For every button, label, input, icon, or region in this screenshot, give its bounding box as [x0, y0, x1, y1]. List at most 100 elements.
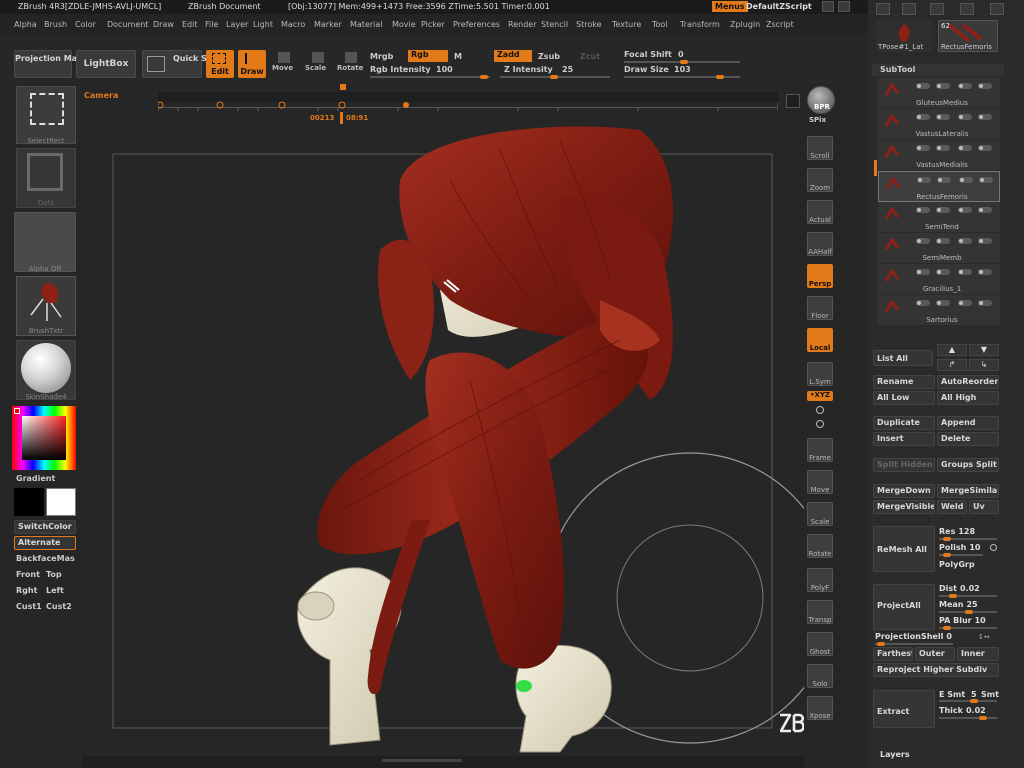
move-icon[interactable]: [278, 52, 290, 63]
rotate-icon[interactable]: [345, 52, 357, 63]
append-button[interactable]: Append: [937, 416, 999, 430]
subtool-toggle[interactable]: [936, 238, 950, 244]
material-button[interactable]: SkinShade4: [16, 340, 76, 401]
farthest-button[interactable]: Farthest: [873, 647, 913, 661]
subtool-item[interactable]: Sartorius: [878, 295, 1000, 326]
subtool-toggle[interactable]: [916, 114, 930, 120]
subtool-toggle[interactable]: [958, 83, 972, 89]
visibility-toggle[interactable]: [978, 238, 992, 244]
focal-shift-knob[interactable]: [680, 60, 688, 64]
subtool-toggle[interactable]: [917, 177, 931, 183]
remesh-all-button[interactable]: ReMesh All: [873, 526, 935, 572]
timeline-cursor[interactable]: [340, 84, 346, 90]
inner-button[interactable]: Inner: [957, 647, 999, 661]
switch-color-button[interactable]: SwitchColor: [14, 520, 76, 534]
left-view-button[interactable]: Left: [46, 586, 64, 595]
zsub-button[interactable]: Zsub: [538, 52, 560, 61]
draw-size-knob[interactable]: [716, 75, 724, 79]
subtool-toggle[interactable]: [916, 145, 930, 151]
autoreorder-button[interactable]: AutoReorder: [937, 375, 999, 389]
menu-marker[interactable]: Marker: [314, 20, 342, 29]
subtool-toggle[interactable]: [958, 300, 972, 306]
subtool-toggle[interactable]: [936, 114, 950, 120]
thick-knob[interactable]: [979, 716, 987, 720]
subtool-header[interactable]: SubTool: [872, 64, 1004, 76]
close-icon[interactable]: [990, 3, 1004, 15]
merge-down-button[interactable]: MergeDown: [873, 484, 935, 498]
custom2-button[interactable]: Cust2: [46, 602, 72, 611]
right-view-button[interactable]: Rght: [16, 586, 37, 595]
move-label[interactable]: Move: [272, 64, 293, 72]
subtool-toggle[interactable]: [958, 114, 972, 120]
projection-master-button[interactable]: Projection Master: [14, 50, 95, 78]
visibility-toggle[interactable]: [978, 269, 992, 275]
groups-split-button[interactable]: Groups Split: [937, 458, 999, 472]
rgb-intensity-slider[interactable]: [370, 76, 490, 78]
down-arrow-icon[interactable]: ▼: [969, 344, 999, 356]
delete-button[interactable]: Delete: [937, 432, 999, 446]
smooth-slider[interactable]: [939, 700, 997, 702]
thick-slider[interactable]: [939, 717, 997, 719]
quick-sketch-button[interactable]: Quick Sketch: [142, 50, 232, 78]
front-view-button[interactable]: Front: [16, 570, 40, 579]
menus-button[interactable]: Menus: [712, 1, 748, 12]
subtool-toggle[interactable]: [916, 300, 930, 306]
subtool-toggle[interactable]: [958, 238, 972, 244]
merge-similar-button[interactable]: MergeSimilar: [937, 484, 999, 498]
spix-label[interactable]: SPix: [809, 116, 826, 124]
move-up-icon[interactable]: ↱: [937, 359, 967, 371]
merge-visible-button[interactable]: MergeVisible: [873, 500, 935, 514]
timeline-end-box[interactable]: [786, 94, 800, 108]
up-arrow-icon[interactable]: ▲: [937, 344, 967, 356]
polygrp-button[interactable]: PolyGrp: [939, 560, 975, 569]
gradient-label[interactable]: Gradient: [16, 474, 55, 483]
xyz-symmetry-button[interactable]: •XYZ: [807, 391, 833, 401]
backface-mask-button[interactable]: BackfaceMas: [16, 554, 75, 563]
subtool-toggle[interactable]: [916, 207, 930, 213]
visibility-toggle[interactable]: [978, 114, 992, 120]
radial-symmetry-icon-2[interactable]: [816, 420, 824, 428]
split-hidden-button[interactable]: Split Hidden: [873, 458, 935, 472]
smooth-label[interactable]: Smt: [981, 690, 999, 699]
layout-icon[interactable]: [838, 1, 850, 12]
subtool-toggle[interactable]: [936, 83, 950, 89]
model-render[interactable]: [82, 126, 804, 756]
help-icon[interactable]: [822, 1, 834, 12]
visibility-toggle[interactable]: [978, 300, 992, 306]
subtool-toggle[interactable]: [958, 207, 972, 213]
menu-picker[interactable]: Picker: [421, 20, 445, 29]
scale-icon[interactable]: [312, 52, 324, 63]
subtool-toggle[interactable]: [936, 269, 950, 275]
secondary-color-swatch[interactable]: [14, 488, 44, 516]
menu-draw[interactable]: Draw: [153, 20, 174, 29]
subtool-toggle[interactable]: [936, 207, 950, 213]
project-all-button[interactable]: ProjectAll: [873, 584, 935, 630]
menu-document[interactable]: Document: [107, 20, 148, 29]
subtool-toggle[interactable]: [916, 83, 930, 89]
menu-render[interactable]: Render: [508, 20, 536, 29]
rename-button[interactable]: Rename: [873, 375, 935, 389]
zadd-button[interactable]: Zadd: [494, 50, 532, 62]
menu-movie[interactable]: Movie: [392, 20, 416, 29]
all-high-button[interactable]: All High: [937, 391, 999, 405]
alternate-button[interactable]: Alternate: [14, 536, 76, 550]
uv-button[interactable]: Uv: [969, 500, 999, 514]
zcut-button[interactable]: Zcut: [580, 52, 600, 61]
lock-icon[interactable]: [930, 3, 944, 15]
menu-zscript[interactable]: Zscript: [766, 20, 794, 29]
primary-color-swatch[interactable]: [46, 488, 76, 516]
mrgb-button[interactable]: Mrgb: [370, 52, 393, 61]
move-down-icon[interactable]: ↳: [969, 359, 999, 371]
subtool-toggle[interactable]: [958, 145, 972, 151]
subtool-toggle[interactable]: [916, 238, 930, 244]
smooth-value[interactable]: 5: [971, 690, 977, 699]
custom1-button[interactable]: Cust1: [16, 602, 42, 611]
rgb-intensity-knob[interactable]: [480, 75, 488, 79]
subtool-item[interactable]: VastusLateralis: [878, 109, 1000, 140]
minimize-icon[interactable]: [960, 3, 974, 15]
bpr-button[interactable]: BPR: [807, 86, 835, 114]
bottom-tray-handle[interactable]: [382, 759, 462, 762]
current-tool-thumb[interactable]: TPose#1_Lat: [876, 20, 932, 52]
lightbox-button[interactable]: LightBox: [76, 50, 136, 78]
visibility-toggle[interactable]: [978, 207, 992, 213]
